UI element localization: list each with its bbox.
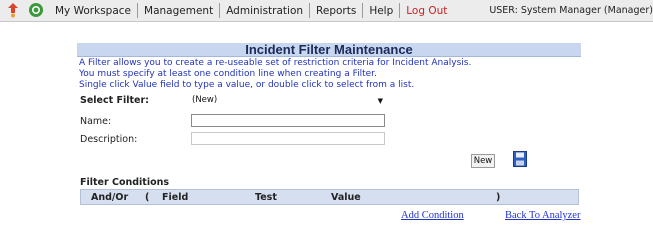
menu-reports[interactable]: Reports [316, 5, 356, 17]
menu-management[interactable]: Management [144, 5, 213, 17]
menu-divider [309, 3, 311, 18]
menu-administration[interactable]: Administration [226, 5, 303, 17]
info-line-3: Single click Value field to type a value… [79, 80, 415, 90]
filter-conditions-title: Filter Conditions [80, 177, 170, 188]
main-menu: My Workspace Management Administration R… [55, 0, 447, 21]
name-input[interactable] [191, 114, 385, 127]
menu-my-workspace[interactable]: My Workspace [55, 5, 131, 17]
page-title: Incident Filter Maintenance [77, 43, 581, 57]
menu-log-out[interactable]: Log Out [406, 5, 447, 17]
menu-divider [399, 3, 401, 18]
incident-icon[interactable] [5, 2, 21, 18]
column-field: Field [162, 192, 189, 203]
column-close-paren: ) [496, 192, 501, 203]
select-filter-value: (New) [192, 95, 218, 105]
description-input[interactable] [191, 132, 385, 145]
top-menu-bar: My Workspace Management Administration R… [0, 0, 653, 22]
menu-divider [137, 3, 139, 18]
conditions-header-row: And/Or ( Field Test Value ) [80, 189, 579, 205]
info-line-1: A Filter allows you to create a re-useab… [79, 58, 472, 68]
info-line-2: You must specify at least one condition … [79, 69, 377, 79]
refresh-icon[interactable] [28, 2, 44, 18]
column-and-or: And/Or [91, 192, 129, 203]
menu-divider [219, 3, 221, 18]
column-value: Value [331, 192, 361, 203]
chevron-down-icon: ▼ [377, 97, 383, 105]
save-icon[interactable] [513, 151, 527, 167]
new-button[interactable]: New [471, 154, 495, 168]
add-condition-link[interactable]: Add Condition [401, 210, 464, 221]
select-filter-dropdown[interactable]: (New) ▼ [191, 94, 385, 106]
name-label: Name: [80, 116, 112, 127]
select-filter-label: Select Filter: [80, 95, 149, 106]
column-open-paren: ( [145, 192, 150, 203]
menu-divider [362, 3, 364, 18]
user-info: USER: System Manager (Manager) [489, 5, 653, 16]
back-to-analyzer-link[interactable]: Back To Analyzer [505, 210, 580, 221]
column-test: Test [255, 192, 277, 203]
description-label: Description: [80, 134, 138, 145]
menu-help[interactable]: Help [369, 5, 393, 17]
